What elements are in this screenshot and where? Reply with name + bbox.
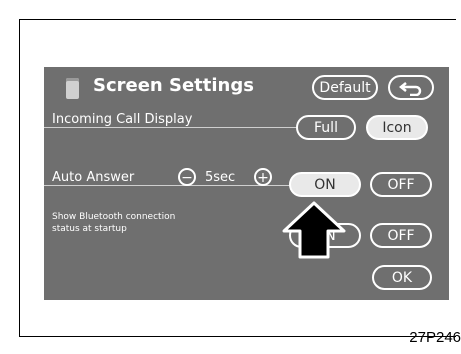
phone-icon: [66, 78, 79, 99]
screen-settings-panel: Screen Settings Default Incoming Call Di…: [44, 67, 449, 300]
pointer-arrow-icon: [278, 201, 350, 261]
auto-answer-increase-button[interactable]: +: [254, 168, 272, 186]
divider: [44, 185, 290, 186]
back-button[interactable]: [388, 75, 434, 100]
auto-answer-decrease-button[interactable]: −: [178, 168, 196, 186]
divider: [44, 127, 304, 128]
default-button[interactable]: Default: [312, 75, 378, 100]
auto-answer-on-button[interactable]: ON: [289, 172, 361, 197]
page-title: Screen Settings: [93, 75, 254, 96]
incoming-call-display-label: Incoming Call Display: [52, 112, 193, 127]
incoming-full-button[interactable]: Full: [296, 115, 356, 140]
back-arrow-icon: [398, 81, 422, 96]
auto-answer-off-button[interactable]: OFF: [370, 172, 432, 197]
ok-button[interactable]: OK: [372, 265, 432, 290]
auto-answer-label: Auto Answer: [52, 170, 135, 185]
incoming-icon-button[interactable]: Icon: [366, 115, 428, 140]
bluetooth-label-line-2: status at startup: [52, 224, 127, 234]
auto-answer-delay-value: 5sec: [205, 170, 236, 185]
bluetooth-status-label: Show Bluetooth connection status at star…: [52, 211, 175, 235]
title-bar: Screen Settings Default: [44, 67, 449, 107]
figure-caption: 27P246: [409, 329, 461, 346]
bluetooth-off-button[interactable]: OFF: [370, 223, 432, 248]
bluetooth-label-line-1: Show Bluetooth connection: [52, 212, 176, 222]
